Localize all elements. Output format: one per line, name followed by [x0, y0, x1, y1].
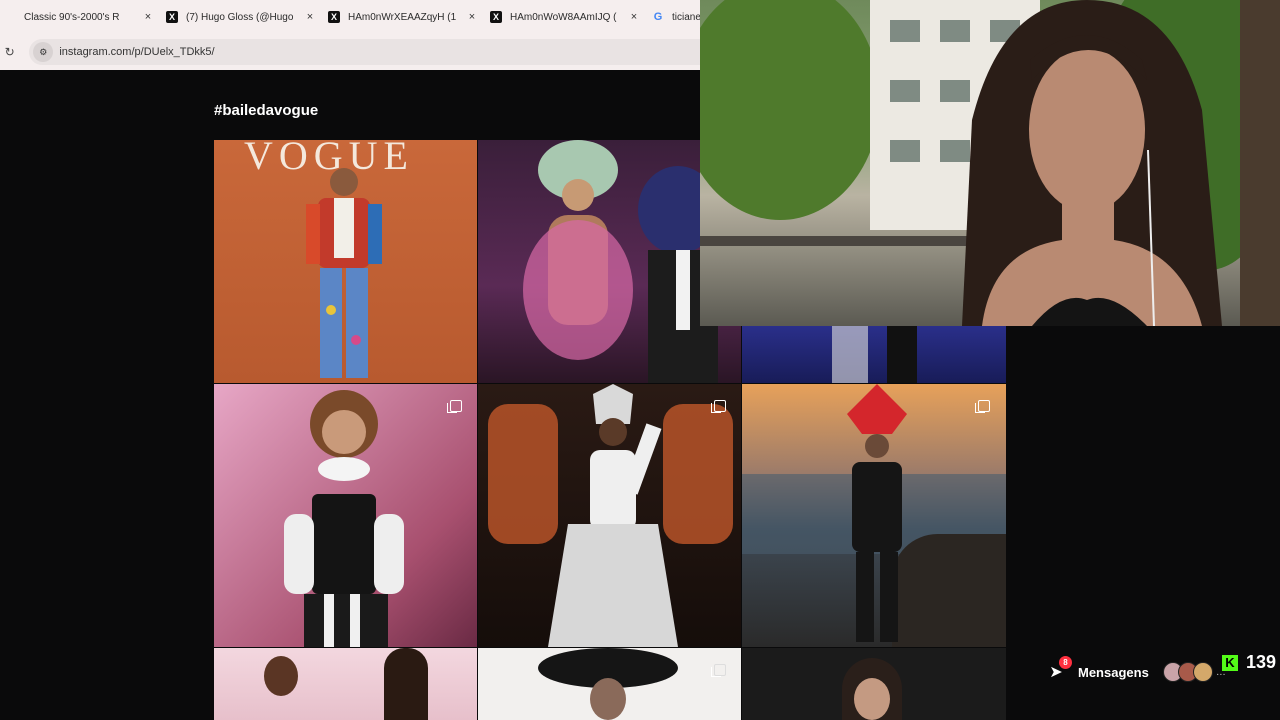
post-tile[interactable]	[478, 384, 741, 647]
person-figure	[284, 390, 404, 647]
tab-title: HAm0nWrXEAAZqyH (1	[348, 11, 457, 23]
close-icon[interactable]: ×	[464, 11, 480, 23]
messages-label: Mensagens	[1078, 664, 1149, 680]
reload-icon[interactable]: ↻	[2, 45, 17, 59]
kick-logo-icon: K	[1222, 654, 1238, 671]
viewer-count: 139	[1246, 652, 1277, 672]
webcam-overlay	[700, 0, 1280, 326]
x-icon: X	[166, 11, 178, 23]
tab-title: HAm0nWoW8AAmIJQ (	[510, 11, 617, 23]
person-face	[854, 678, 890, 720]
post-tile[interactable]	[478, 648, 741, 720]
tab-google-search[interactable]: G ticiane pinhei	[648, 0, 700, 34]
close-icon[interactable]: ×	[140, 11, 156, 23]
person-head	[264, 656, 298, 696]
dark-figure	[887, 326, 917, 383]
person-head	[384, 648, 428, 720]
address-bar: ↻ ⚙ instagram.com/p/DUelx_TDkk5/	[0, 34, 700, 70]
post-tile[interactable]	[742, 384, 1006, 647]
carousel-icon	[975, 400, 990, 413]
tab-title: ticiane pinhei	[672, 11, 700, 23]
carousel-icon	[711, 664, 726, 677]
close-icon[interactable]: ×	[302, 11, 318, 23]
site-settings-icon[interactable]: ⚙	[33, 42, 54, 62]
tab-title: (7) Hugo Gloss (@Hugo	[186, 11, 294, 23]
person-figure	[847, 384, 907, 642]
url-field[interactable]: ⚙ instagram.com/p/DUelx_TDkk5/	[29, 39, 700, 65]
url-text: instagram.com/p/DUelx_TDkk5/	[59, 46, 215, 58]
tab-hugo-gloss[interactable]: X (7) Hugo Gloss (@Hugo ×	[162, 0, 324, 34]
avatar	[1192, 662, 1213, 682]
avatar-stack	[1162, 662, 1213, 682]
messenger-icon: ➤ 8	[1046, 656, 1072, 682]
person-figure	[306, 168, 382, 378]
unread-badge: 8	[1059, 656, 1072, 669]
person-figure	[548, 384, 678, 647]
post-tile[interactable]	[742, 648, 1006, 720]
post-tile[interactable]	[214, 648, 477, 720]
tree	[700, 0, 880, 220]
carousel-icon	[447, 400, 462, 413]
viewer-counter: K 139	[1222, 652, 1276, 673]
google-icon: G	[653, 11, 663, 23]
sequin-costume	[832, 326, 868, 383]
carousel-icon	[711, 400, 726, 413]
x-icon: X	[490, 11, 502, 23]
tab-image-1[interactable]: X HAm0nWrXEAAZqyH (1 ×	[324, 0, 486, 34]
tab-title: Classic 90's-2000's R	[24, 11, 120, 23]
tab-image-2[interactable]: X HAm0nWoW8AAmIJQ ( ×	[486, 0, 648, 34]
post-tile[interactable]	[214, 384, 477, 647]
close-icon[interactable]: ×	[626, 11, 642, 23]
x-icon: X	[328, 11, 340, 23]
person-head	[590, 678, 626, 720]
tab-bar: Classic 90's-2000's R × X (7) Hugo Gloss…	[0, 0, 700, 34]
post-tile[interactable]	[742, 326, 1006, 383]
streamer-figure	[962, 0, 1222, 326]
cd-icon	[4, 11, 16, 23]
tab-classic-90s[interactable]: Classic 90's-2000's R ×	[0, 0, 162, 34]
post-tile[interactable]: VOGUE	[214, 140, 477, 383]
hashtag-title[interactable]: #bailedavogue	[214, 102, 318, 119]
messages-widget[interactable]: ➤ 8 Mensagens …	[1046, 656, 1226, 688]
